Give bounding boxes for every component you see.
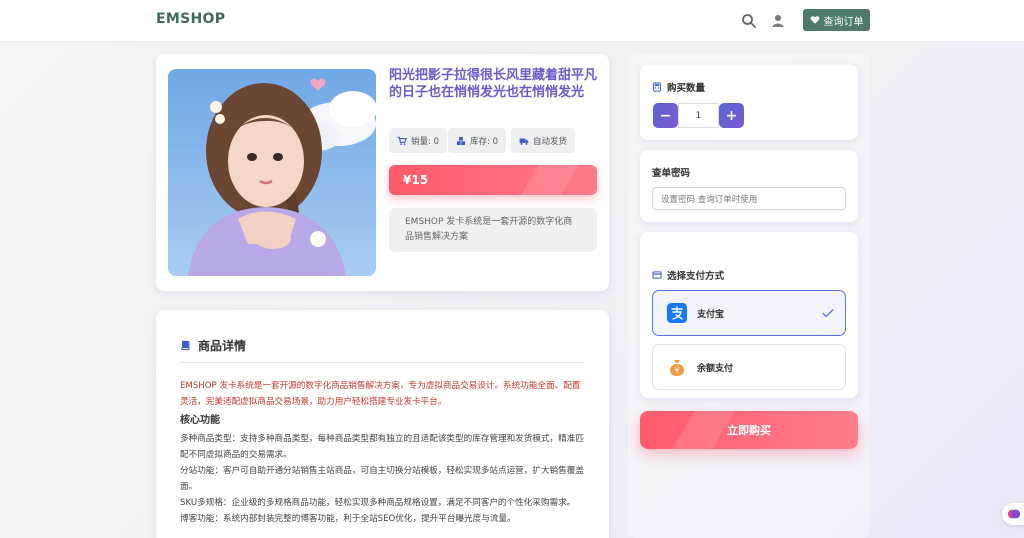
brand-logo[interactable]: EMSHOP: [156, 11, 225, 27]
quantity-increase-button[interactable]: +: [719, 103, 744, 128]
svg-text:¥: ¥: [674, 366, 679, 375]
stock-chip: 库存: 0: [448, 128, 506, 153]
quantity-decrease-button[interactable]: −: [653, 103, 678, 128]
cart-icon: [397, 136, 407, 145]
quantity-label: 购买数量: [652, 80, 705, 94]
price-value: ¥15: [403, 173, 429, 187]
feature-line: SKU多规格：企业级的多规格商品功能，轻松实现多种商品规格设置，满足不同客户的个…: [180, 498, 576, 508]
calculator-icon: [653, 82, 661, 92]
payment-option-name: 余额支付: [697, 364, 734, 374]
details-content: EMSHOP 发卡系统是一套开源的数字化商品销售解决方案，专为虚拟商品交易设计。…: [180, 378, 585, 527]
quantity-card: 购买数量 − +: [640, 65, 858, 140]
heart-icon: [810, 16, 819, 24]
sales-chip: 销量: 0: [389, 128, 447, 153]
order-query-button[interactable]: 查询订单: [803, 9, 870, 31]
query-password-input[interactable]: 设置密码 查询订单时使用: [652, 187, 846, 210]
payment-option-name: 支付宝: [697, 310, 725, 320]
quantity-input[interactable]: 1: [678, 103, 719, 128]
check-icon: [822, 309, 834, 318]
order-query-label: 查询订单: [823, 16, 864, 28]
details-heading-text: 商品详情: [198, 339, 247, 353]
truck-icon: [519, 138, 529, 145]
search-icon[interactable]: [741, 13, 757, 29]
product-title: 阳光把影子拉得很长风里藏着甜平凡的日子也在悄悄发光也在悄悄发光: [389, 68, 598, 100]
query-password-card: 查单密码 设置密码 查询订单时使用: [640, 150, 858, 222]
delivery-chip: 自动发货: [511, 128, 576, 153]
alipay-icon: [667, 303, 687, 323]
delivery-text: 自动发货: [533, 136, 568, 147]
divider: [180, 362, 585, 363]
payment-option-balance[interactable]: ¥ 余额支付: [652, 344, 846, 390]
brain-icon: [1007, 509, 1021, 519]
payment-method-card: 选择支付方式 支付宝 ¥ 余额支付: [640, 232, 858, 398]
top-navbar: EMSHOP 查询订单: [0, 0, 1024, 42]
cubes-icon: [456, 136, 466, 145]
password-label: 查单密码: [652, 168, 691, 179]
stock-text: 库存: 0: [470, 136, 498, 147]
quantity-label-text: 购买数量: [667, 83, 706, 94]
feature-line: 博客功能：系统内部封装完整的博客功能，利于全站SEO优化，提升平台曝光度与流量。: [180, 514, 516, 524]
price-bar: ¥15: [389, 165, 597, 195]
product-image: [168, 69, 376, 276]
payment-label-text: 选择支付方式: [667, 271, 725, 282]
buy-now-button[interactable]: 立即购买: [640, 411, 858, 449]
book-icon: [181, 340, 190, 351]
details-intro: EMSHOP 发卡系统是一套开源的数字化商品销售解决方案，专为虚拟商品交易设计。…: [180, 381, 581, 407]
payment-option-alipay[interactable]: 支付宝: [652, 290, 846, 336]
product-card: 阳光把影子拉得很长风里藏着甜平凡的日子也在悄悄发光也在悄悄发光 销量: 0 库存…: [156, 54, 609, 291]
payment-label: 选择支付方式: [652, 268, 724, 282]
short-description: EMSHOP 发卡系统是一套开源的数字化商品销售解决方案: [389, 208, 597, 252]
product-details-card: 商品详情 EMSHOP 发卡系统是一套开源的数字化商品销售解决方案，专为虚拟商品…: [156, 310, 609, 538]
feature-line: 分站功能：客户可自助开通分站销售主站商品，可自主切换分站模板，轻松实现多站点运营…: [180, 466, 584, 492]
details-heading: 商品详情: [180, 337, 246, 354]
user-icon[interactable]: [770, 13, 786, 29]
feature-line: 多种商品类型：支持多种商品类型，每种商品类型都有独立的且适配该类型的库存管理和发…: [180, 434, 584, 460]
money-bag-icon: ¥: [670, 360, 684, 376]
core-features-heading: 核心功能: [180, 415, 220, 426]
sales-text: 销量: 0: [411, 136, 439, 147]
credit-card-icon: [652, 271, 662, 279]
floating-assistant-button[interactable]: [1002, 503, 1024, 525]
buy-now-label: 立即购买: [727, 424, 771, 437]
